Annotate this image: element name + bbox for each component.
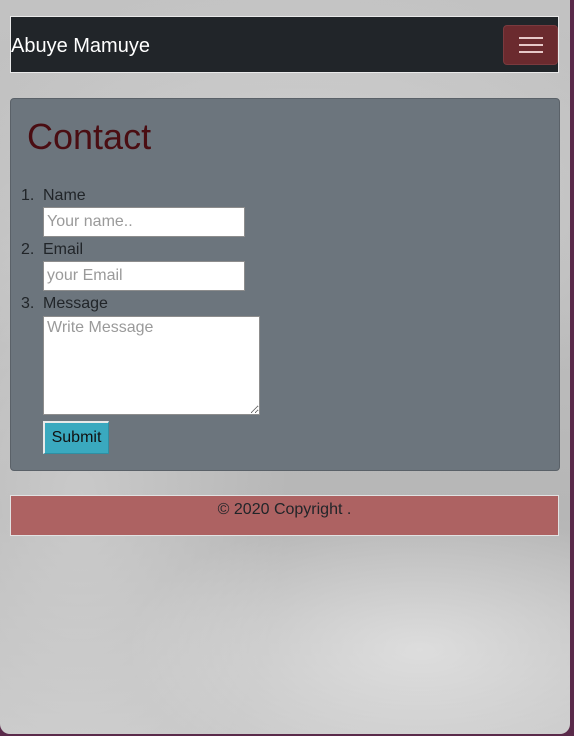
copyright-text: © 2020 Copyright . <box>217 501 352 518</box>
page-background: Abuye Mamuye Contact 1. Name 2. Email 3 <box>0 0 570 734</box>
message-textarea[interactable] <box>43 316 260 415</box>
navbar-toggler-button[interactable] <box>503 25 558 65</box>
navbar: Abuye Mamuye <box>10 16 559 73</box>
name-label: Name <box>43 187 86 204</box>
item-number: 3. <box>21 295 35 312</box>
message-label: Message <box>43 295 108 312</box>
submit-button[interactable]: Submit <box>43 421 109 454</box>
item-number: 1. <box>21 187 35 204</box>
name-input[interactable] <box>43 207 245 237</box>
email-input[interactable] <box>43 261 245 291</box>
item-number: 2. <box>21 241 35 258</box>
email-label: Email <box>43 241 84 258</box>
navbar-brand[interactable]: Abuye Mamuye <box>11 34 150 58</box>
footer: © 2020 Copyright . <box>10 495 559 536</box>
contact-card: Contact 1. Name 2. Email 3. Message Subm… <box>10 98 560 471</box>
contact-title: Contact <box>27 116 152 157</box>
